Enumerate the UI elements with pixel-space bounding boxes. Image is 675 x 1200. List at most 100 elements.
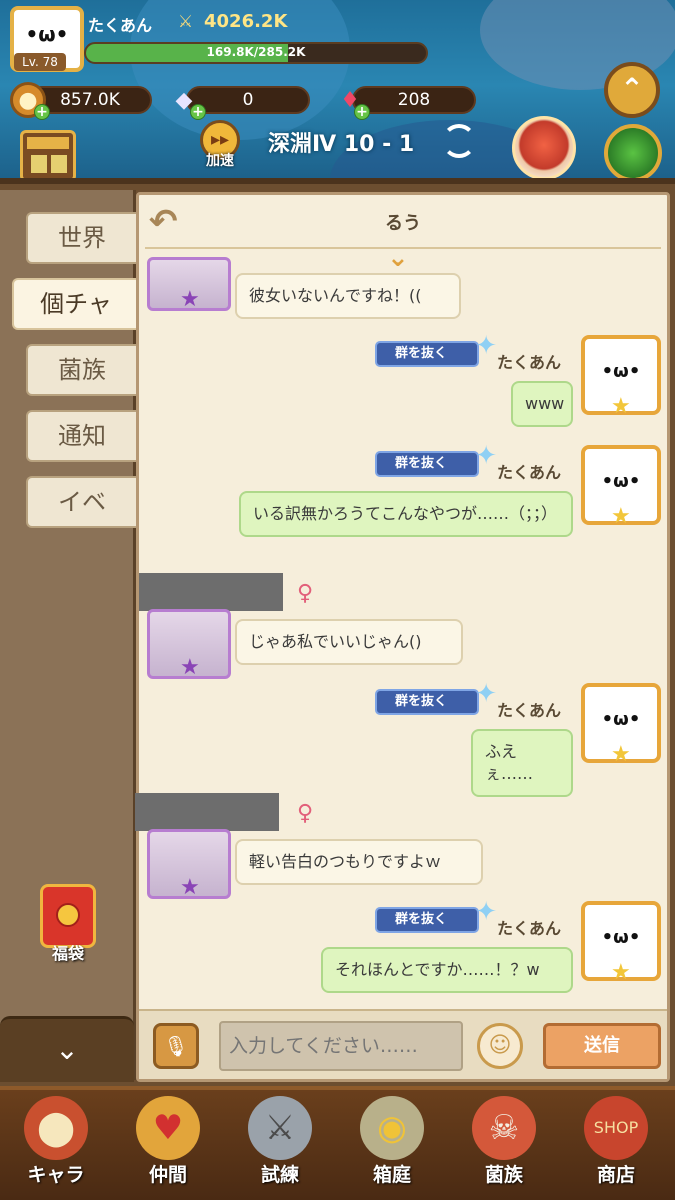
lucky-bag-flower-icon bbox=[56, 903, 80, 927]
nav-shop[interactable]: SHOP 商店 bbox=[560, 1090, 672, 1200]
refresh-icon[interactable] bbox=[442, 124, 476, 158]
garden-icon: ◉ bbox=[360, 1096, 424, 1160]
nav-character[interactable]: ⬤ キャラ bbox=[0, 1090, 112, 1200]
nav-label: 箱庭 bbox=[372, 1164, 411, 1186]
nav-label: 菌族 bbox=[484, 1164, 523, 1186]
rank-star-icon: ★ bbox=[611, 394, 631, 419]
coin-value: 857.0K bbox=[60, 90, 120, 110]
tab-notice[interactable]: 通知 bbox=[26, 410, 136, 462]
nav-garden[interactable]: ◉ 箱庭 bbox=[336, 1090, 448, 1200]
tab-event[interactable]: イベ bbox=[26, 476, 136, 528]
skull-banner-icon: ☠ bbox=[472, 1096, 536, 1160]
chat-panel: 世界 個チャ 菌族 通知 イベ 福袋 ⌄ ↶ るう ⌄ ★ 彼女いないんですね！… bbox=[0, 178, 675, 1086]
add-coin-button[interactable]: + bbox=[34, 104, 50, 120]
player-name: たくあん bbox=[88, 16, 153, 35]
conversation-view: ↶ るう ⌄ ★ 彼女いないんですね！(( 群を抜く ✦ たくあん •ω• ★ … bbox=[135, 192, 670, 1082]
ruby-counter: 208 bbox=[352, 86, 476, 114]
sender-name: たくあん bbox=[497, 701, 562, 720]
exp-bar: 169.8K/285.2K bbox=[84, 42, 428, 64]
leave-badge: 群を抜く ✦ bbox=[375, 333, 497, 367]
bottom-navigation: ⬤ キャラ ♥ 仲間 ⚔ 試練 ◉ 箱庭 ☠ 菌族 SHOP 商店 bbox=[0, 1086, 675, 1200]
base-window bbox=[31, 155, 47, 173]
player-level: Lv. 78 bbox=[14, 53, 66, 71]
expand-up-button[interactable]: ⌃ bbox=[604, 62, 660, 118]
nav-label: 試練 bbox=[260, 1164, 299, 1186]
base-window bbox=[51, 155, 67, 173]
self-portrait[interactable]: •ω• ★ bbox=[581, 445, 661, 529]
conversation-header: ↶ るう ⌄ bbox=[139, 195, 667, 273]
chat-input[interactable] bbox=[219, 1021, 463, 1071]
nav-trials[interactable]: ⚔ 試練 bbox=[224, 1090, 336, 1200]
nav-label: 仲間 bbox=[148, 1164, 187, 1186]
avatar-face: •ω• bbox=[25, 22, 69, 46]
self-portrait[interactable]: •ω• ★ bbox=[581, 901, 661, 985]
message-bubble-incoming: 軽い告白のつもりですよｗ bbox=[235, 839, 483, 885]
rank-star-icon: ★ bbox=[611, 742, 631, 767]
nav-guild[interactable]: ☠ 菌族 bbox=[448, 1090, 560, 1200]
nav-label: 商店 bbox=[596, 1164, 635, 1186]
mushroom-icon: ⬤ bbox=[24, 1096, 88, 1160]
redacted-sender-name bbox=[139, 573, 283, 611]
melon-event-button[interactable] bbox=[604, 124, 662, 182]
channel-sidebar: 世界 個チャ 菌族 通知 イベ 福袋 ⌄ bbox=[0, 190, 138, 1082]
base-roof bbox=[27, 137, 69, 149]
sender-name: たくあん bbox=[497, 353, 562, 372]
leave-badge-label: 群を抜く bbox=[395, 694, 448, 709]
tab-world[interactable]: 世界 bbox=[26, 212, 136, 264]
leave-badge-label: 群を抜く bbox=[395, 912, 448, 927]
avatar-face: •ω• bbox=[601, 471, 641, 492]
message-bubble-outgoing: ふえぇ…… bbox=[471, 729, 573, 797]
tab-private-chat[interactable]: 個チャ bbox=[12, 278, 138, 330]
add-diamond-button[interactable]: + bbox=[190, 104, 206, 120]
sword-icon: ✦ bbox=[475, 441, 497, 471]
rank-star-icon: ★ bbox=[180, 875, 200, 900]
partner-portrait[interactable]: ★ bbox=[147, 257, 231, 312]
add-ruby-button[interactable]: + bbox=[354, 104, 370, 120]
exp-text: 169.8K/285.2K bbox=[206, 45, 306, 59]
leave-badge-label: 群を抜く bbox=[395, 346, 448, 361]
message-bubble-outgoing: それほんとですか……！？w bbox=[321, 947, 573, 993]
partner-portrait[interactable]: ★ bbox=[147, 609, 231, 680]
crossed-swords-icon: ⚔ bbox=[178, 12, 194, 32]
shop-icon: SHOP bbox=[584, 1096, 648, 1160]
chevron-down-icon: ⌄ bbox=[387, 243, 409, 273]
self-portrait[interactable]: •ω• ★ bbox=[581, 683, 661, 767]
send-button[interactable]: 送信 bbox=[543, 1023, 661, 1069]
combat-power: 4026.2K bbox=[204, 11, 288, 32]
leave-badge: 群を抜く ✦ bbox=[375, 443, 497, 477]
paw-icon: ♥ bbox=[136, 1096, 200, 1160]
female-icon: ♀ bbox=[297, 801, 314, 826]
message-bubble-incoming: 彼女いないんですね！(( bbox=[235, 273, 461, 319]
partner-portrait[interactable]: ★ bbox=[147, 829, 231, 900]
speed-up-label: 加速 bbox=[206, 153, 234, 169]
leave-badge: 群を抜く ✦ bbox=[375, 681, 497, 715]
rank-star-icon: ★ bbox=[180, 287, 200, 312]
nav-label: キャラ bbox=[27, 1164, 85, 1186]
top-hud: •ω• Lv. 78 たくあん ⚔ 4026.2K 169.8K/285.2K … bbox=[0, 0, 675, 190]
self-portrait[interactable]: •ω• ★ bbox=[581, 335, 661, 419]
message-bubble-outgoing: www bbox=[511, 381, 573, 427]
tab-guild[interactable]: 菌族 bbox=[26, 344, 136, 396]
lucky-bag-button[interactable] bbox=[40, 884, 96, 948]
redacted-sender-name bbox=[135, 793, 279, 831]
sword-icon: ✦ bbox=[475, 897, 497, 927]
message-bubble-outgoing: いる訳無かろうてこんなやつが……（；；） bbox=[239, 491, 573, 537]
boss-challenge-button[interactable] bbox=[512, 116, 576, 180]
base-button[interactable] bbox=[20, 130, 76, 182]
rank-star-icon: ★ bbox=[180, 655, 200, 680]
ruby-value: 208 bbox=[397, 90, 431, 110]
collapse-chevron-button[interactable]: ⌄ bbox=[0, 1016, 134, 1082]
nav-companions[interactable]: ♥ 仲間 bbox=[112, 1090, 224, 1200]
emoji-icon[interactable]: ☺ bbox=[477, 1023, 523, 1069]
stage-label: 深淵Ⅳ 10 - 1 bbox=[268, 132, 415, 157]
female-icon: ♀ bbox=[297, 581, 314, 606]
voice-input-icon[interactable]: 🎙 bbox=[153, 1023, 199, 1069]
sword-icon: ✦ bbox=[475, 679, 497, 709]
message-bubble-incoming: じゃあ私でいいじゃん() bbox=[235, 619, 463, 665]
sword-icon: ✦ bbox=[475, 331, 497, 361]
sender-name: たくあん bbox=[497, 463, 562, 482]
avatar-face: •ω• bbox=[601, 709, 641, 730]
lucky-bag-label: 福袋 bbox=[51, 944, 84, 963]
leave-badge: 群を抜く ✦ bbox=[375, 899, 497, 933]
leave-badge-label: 群を抜く bbox=[395, 456, 448, 471]
